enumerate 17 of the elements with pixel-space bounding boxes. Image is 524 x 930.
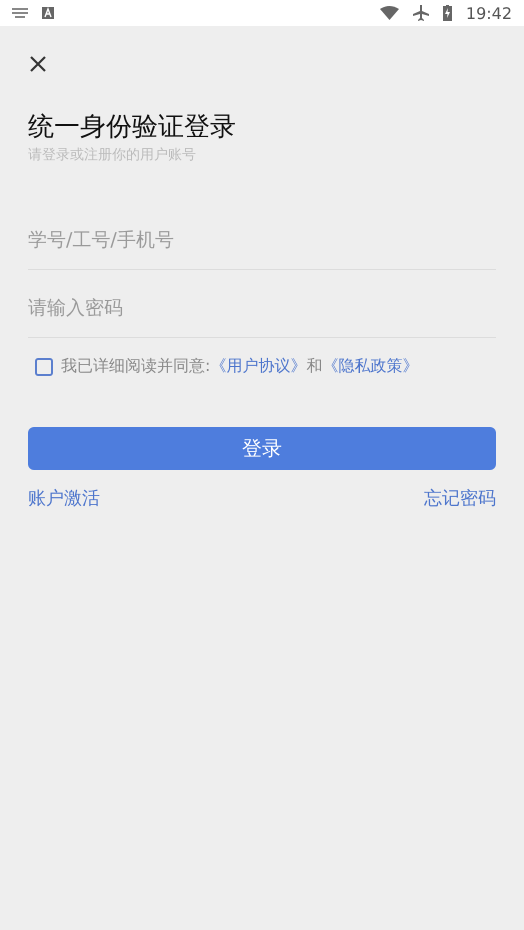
account-field[interactable]: 学号/工号/手机号 [28,210,496,270]
wifi-icon [380,6,399,20]
notification-icon [42,7,54,19]
agreement-checkbox[interactable] [35,358,53,376]
status-time: 19:42 [466,4,512,22]
login-button[interactable]: 登录 [28,427,496,470]
keyboard-icon [12,8,28,18]
forgot-password-link[interactable]: 忘记密码 [424,486,496,510]
policy-link[interactable]: 《隐私政策》 [322,356,418,375]
agreement-text: 我已详细阅读并同意:《用户协议》和《隐私政策》 [61,356,418,377]
page-title: 统一身份验证登录 [28,111,237,144]
activate-account-link[interactable]: 账户激活 [28,486,100,510]
battery-icon [442,5,452,21]
close-button[interactable] [28,54,48,74]
airplane-icon [412,5,429,21]
password-field[interactable]: 请输入密码 [28,278,496,338]
policy-link[interactable]: 《用户协议》 [210,356,306,375]
